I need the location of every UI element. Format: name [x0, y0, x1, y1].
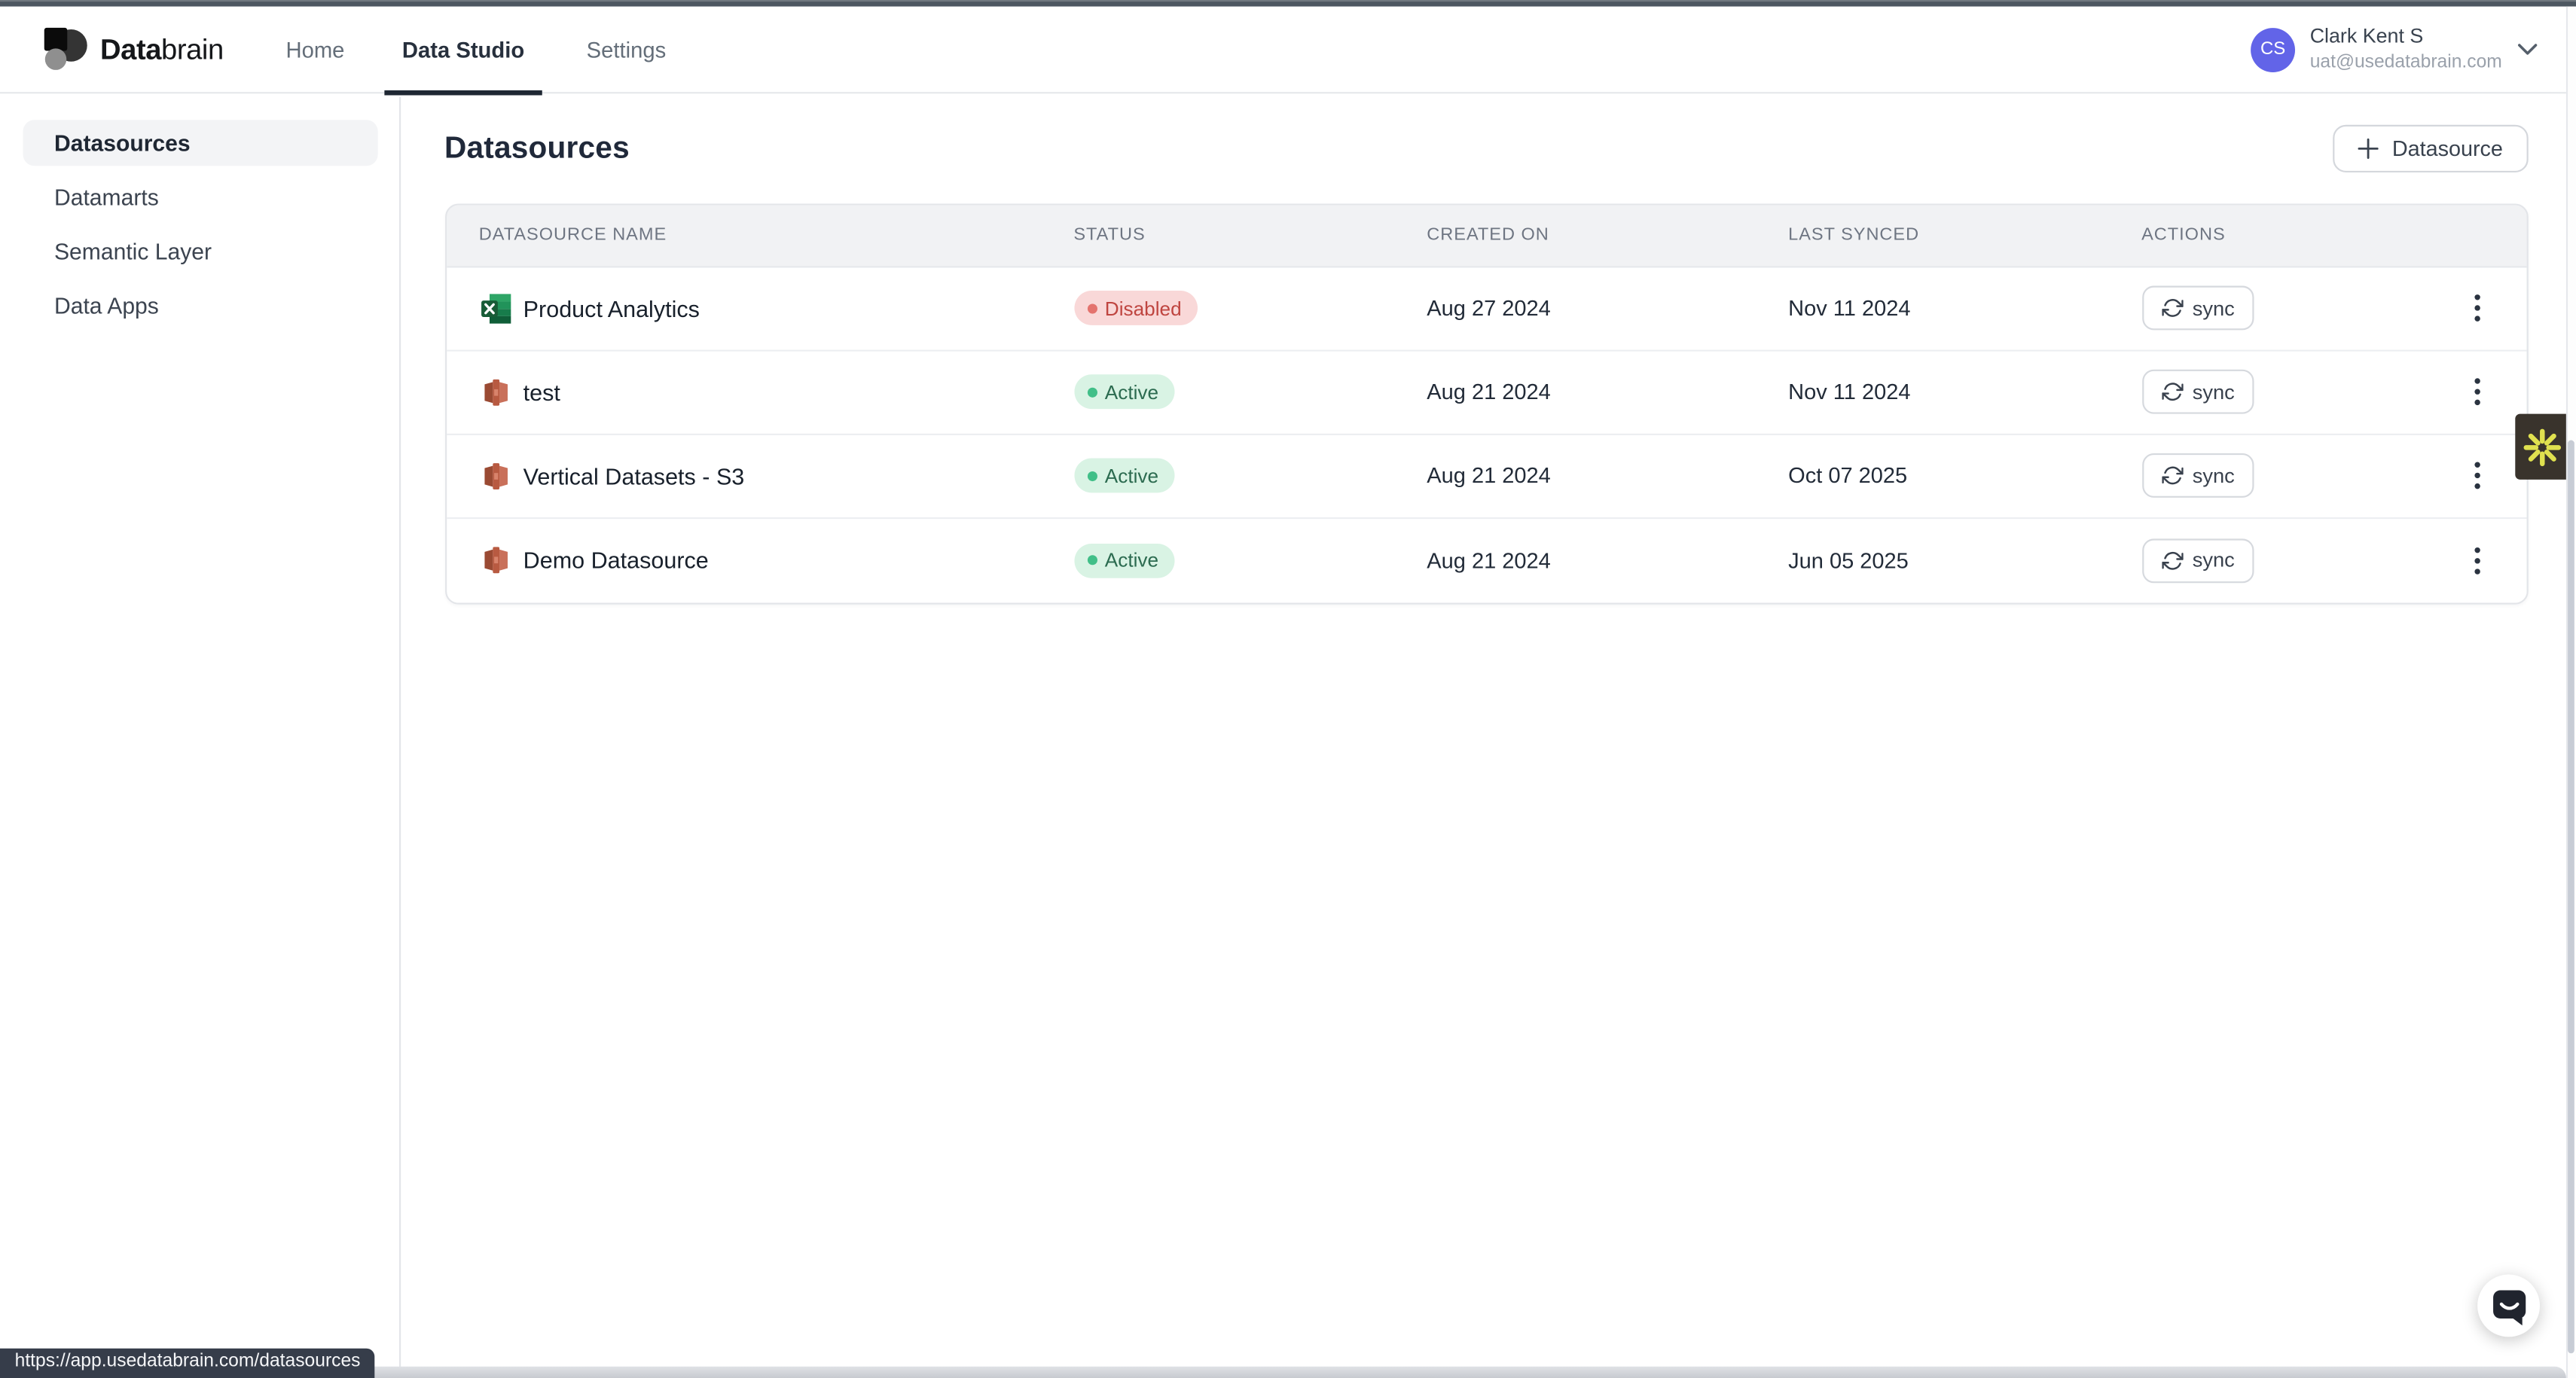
- created-on: Aug 21 2024: [1406, 463, 1767, 488]
- column-header-status: STATUS: [1052, 226, 1406, 245]
- sync-button[interactable]: sync: [2141, 453, 2254, 498]
- last-synced: Jun 05 2025: [1767, 548, 2120, 573]
- column-header-name: DATASOURCE NAME: [446, 226, 1052, 245]
- add-datasource-button[interactable]: Datasource: [2333, 125, 2527, 172]
- active-tab-underline: [384, 90, 542, 96]
- column-header-synced: LAST SYNCED: [1767, 226, 2120, 245]
- redshift-icon: [479, 544, 512, 577]
- chat-bubble-icon: [2488, 1285, 2529, 1327]
- table-row[interactable]: Product Analytics Disabled Aug 27 2024 N…: [446, 267, 2526, 351]
- kebab-menu-icon[interactable]: [2464, 456, 2490, 495]
- sync-button[interactable]: sync: [2141, 286, 2254, 331]
- refresh-icon: [2161, 465, 2182, 486]
- refresh-icon: [2161, 550, 2182, 571]
- status-badge: Disabled: [1073, 291, 1198, 325]
- sync-label: sync: [2193, 464, 2235, 487]
- status-badge: Active: [1073, 459, 1175, 493]
- bottom-edge-strip: [0, 1367, 2565, 1378]
- refresh-icon: [2161, 297, 2182, 319]
- avatar: CS: [2251, 27, 2295, 72]
- nav-tab-settings[interactable]: Settings: [587, 6, 667, 93]
- brand-name-bold: Data: [100, 32, 161, 66]
- sync-label: sync: [2193, 549, 2235, 572]
- table-row[interactable]: test Active Aug 21 2024 Nov 11 2024 sync: [446, 351, 2526, 434]
- redshift-icon: [479, 459, 512, 492]
- app-header: Databrain Home Data Studio Settings CS C…: [0, 6, 2576, 94]
- sync-button[interactable]: sync: [2141, 538, 2254, 583]
- datasource-name[interactable]: Product Analytics: [523, 295, 700, 322]
- sync-label: sync: [2193, 380, 2235, 404]
- window-top-strip: [0, 0, 2576, 6]
- sidebar-item-datasources[interactable]: Datasources: [22, 120, 377, 166]
- status-dot: [1087, 303, 1097, 313]
- datasource-name[interactable]: Vertical Datasets - S3: [523, 462, 745, 489]
- sidebar-item-datamarts[interactable]: Datamarts: [22, 174, 377, 220]
- kebab-menu-icon[interactable]: [2464, 288, 2490, 328]
- status-label: Active: [1105, 380, 1158, 404]
- datasources-table: DATASOURCE NAME STATUS CREATED ON LAST S…: [444, 204, 2528, 604]
- asterisk-icon: [2523, 428, 2561, 465]
- sidebar-item-semantic-layer[interactable]: Semantic Layer: [22, 228, 377, 274]
- status-dot: [1087, 387, 1097, 397]
- brand-name: Databrain: [100, 32, 224, 67]
- plus-icon: [2358, 138, 2379, 159]
- sync-button[interactable]: sync: [2141, 370, 2254, 414]
- redshift-icon: [479, 376, 512, 409]
- chevron-down-icon: [2516, 43, 2538, 56]
- status-dot: [1087, 471, 1097, 480]
- last-synced: Nov 11 2024: [1767, 296, 2120, 321]
- column-header-created: CREATED ON: [1406, 226, 1767, 245]
- user-menu[interactable]: CS Clark Kent S uat@usedatabrain.com: [2251, 6, 2538, 93]
- created-on: Aug 21 2024: [1406, 548, 1767, 573]
- status-badge: Active: [1073, 543, 1175, 578]
- created-on: Aug 21 2024: [1406, 380, 1767, 404]
- main-content: Datasources Datasource DATASOURCE NAME S…: [402, 96, 2576, 1378]
- table-row[interactable]: Vertical Datasets - S3 Active Aug 21 202…: [446, 434, 2526, 518]
- status-label: Disabled: [1105, 297, 1182, 320]
- chat-launcher-button[interactable]: [2477, 1275, 2540, 1337]
- sidebar: Datasources Datamarts Semantic Layer Dat…: [0, 96, 401, 1378]
- app-window: Databrain Home Data Studio Settings CS C…: [0, 0, 2576, 1378]
- status-label: Active: [1105, 549, 1158, 572]
- add-datasource-label: Datasource: [2392, 136, 2503, 161]
- table-header-row: DATASOURCE NAME STATUS CREATED ON LAST S…: [446, 206, 2526, 267]
- datasource-name[interactable]: Demo Datasource: [523, 547, 709, 574]
- nav-tab-data-studio[interactable]: Data Studio: [384, 6, 542, 93]
- user-email: uat@usedatabrain.com: [2310, 50, 2502, 74]
- last-synced: Oct 07 2025: [1767, 463, 2120, 488]
- table-row[interactable]: Demo Datasource Active Aug 21 2024 Jun 0…: [446, 518, 2526, 602]
- status-badge: Active: [1073, 374, 1175, 409]
- databrain-logo-icon: [43, 26, 89, 72]
- status-dot: [1087, 555, 1097, 565]
- sync-label: sync: [2193, 297, 2235, 320]
- brand-name-regular: brain: [161, 32, 224, 66]
- user-name: Clark Kent S: [2310, 26, 2502, 51]
- avatar-initials: CS: [2260, 40, 2285, 59]
- feedback-side-tab[interactable]: [2515, 414, 2569, 480]
- column-header-actions: ACTIONS: [2120, 226, 2526, 245]
- brand-home-link[interactable]: Databrain: [43, 6, 224, 93]
- created-on: Aug 27 2024: [1406, 296, 1767, 321]
- nav-tab-home[interactable]: Home: [286, 6, 345, 93]
- datasource-name[interactable]: test: [523, 379, 560, 405]
- page-title: Datasources: [444, 129, 630, 165]
- last-synced: Nov 11 2024: [1767, 380, 2120, 404]
- status-label: Active: [1105, 464, 1158, 487]
- sidebar-item-data-apps[interactable]: Data Apps: [22, 282, 377, 328]
- user-info: Clark Kent S uat@usedatabrain.com: [2310, 26, 2502, 74]
- kebab-menu-icon[interactable]: [2464, 541, 2490, 580]
- kebab-menu-icon[interactable]: [2464, 372, 2490, 411]
- refresh-icon: [2161, 381, 2182, 402]
- link-status-tooltip: https://app.usedatabrain.com/datasources: [0, 1349, 375, 1378]
- scrollbar-thumb[interactable]: [2567, 441, 2574, 1354]
- excel-icon: [479, 291, 512, 325]
